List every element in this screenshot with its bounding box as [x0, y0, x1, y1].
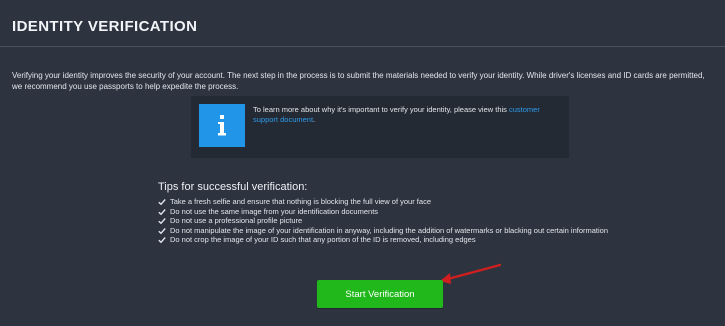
tip-item: Do not use the same image from your iden…	[158, 207, 618, 217]
start-verification-button[interactable]: Start Verification	[317, 280, 443, 308]
info-text-after: .	[313, 115, 316, 124]
checkmark-icon	[158, 208, 166, 215]
tip-text: Do not crop the image of your ID such th…	[170, 235, 476, 245]
tip-text: Do not manipulate the image of your iden…	[170, 225, 609, 235]
tip-item: Do not crop the image of your ID such th…	[158, 235, 618, 245]
tip-item: Take a fresh selfie and ensure that noth…	[158, 197, 618, 207]
page-title: IDENTITY VERIFICATION	[12, 18, 198, 35]
info-box: To learn more about why it's important t…	[191, 96, 569, 158]
title-divider	[0, 46, 725, 47]
checkmark-icon	[158, 237, 166, 244]
tips-heading: Tips for successful verification:	[158, 181, 308, 193]
intro-text: Verifying your identity improves the sec…	[12, 71, 705, 91]
tip-item: Do not manipulate the image of your iden…	[158, 226, 618, 236]
tips-list: Take a fresh selfie and ensure that noth…	[158, 197, 618, 245]
checkmark-icon	[158, 227, 166, 235]
tip-text: Take a fresh selfie and ensure that noth…	[170, 197, 431, 206]
info-text-before: To learn more about why it's important t…	[253, 105, 509, 114]
checkmark-icon	[158, 218, 166, 225]
tip-text: Do not use a professional profile pictur…	[170, 216, 303, 226]
tip-item: Do not use a professional profile pictur…	[158, 216, 618, 226]
info-icon	[199, 104, 245, 147]
checkmark-icon	[158, 199, 166, 206]
info-text: To learn more about why it's important t…	[253, 105, 563, 125]
tip-text: Do not use the same image from your iden…	[170, 206, 379, 216]
info-glyph	[218, 114, 226, 135]
tips-section: Tips for successful verification: Take a…	[158, 181, 618, 245]
